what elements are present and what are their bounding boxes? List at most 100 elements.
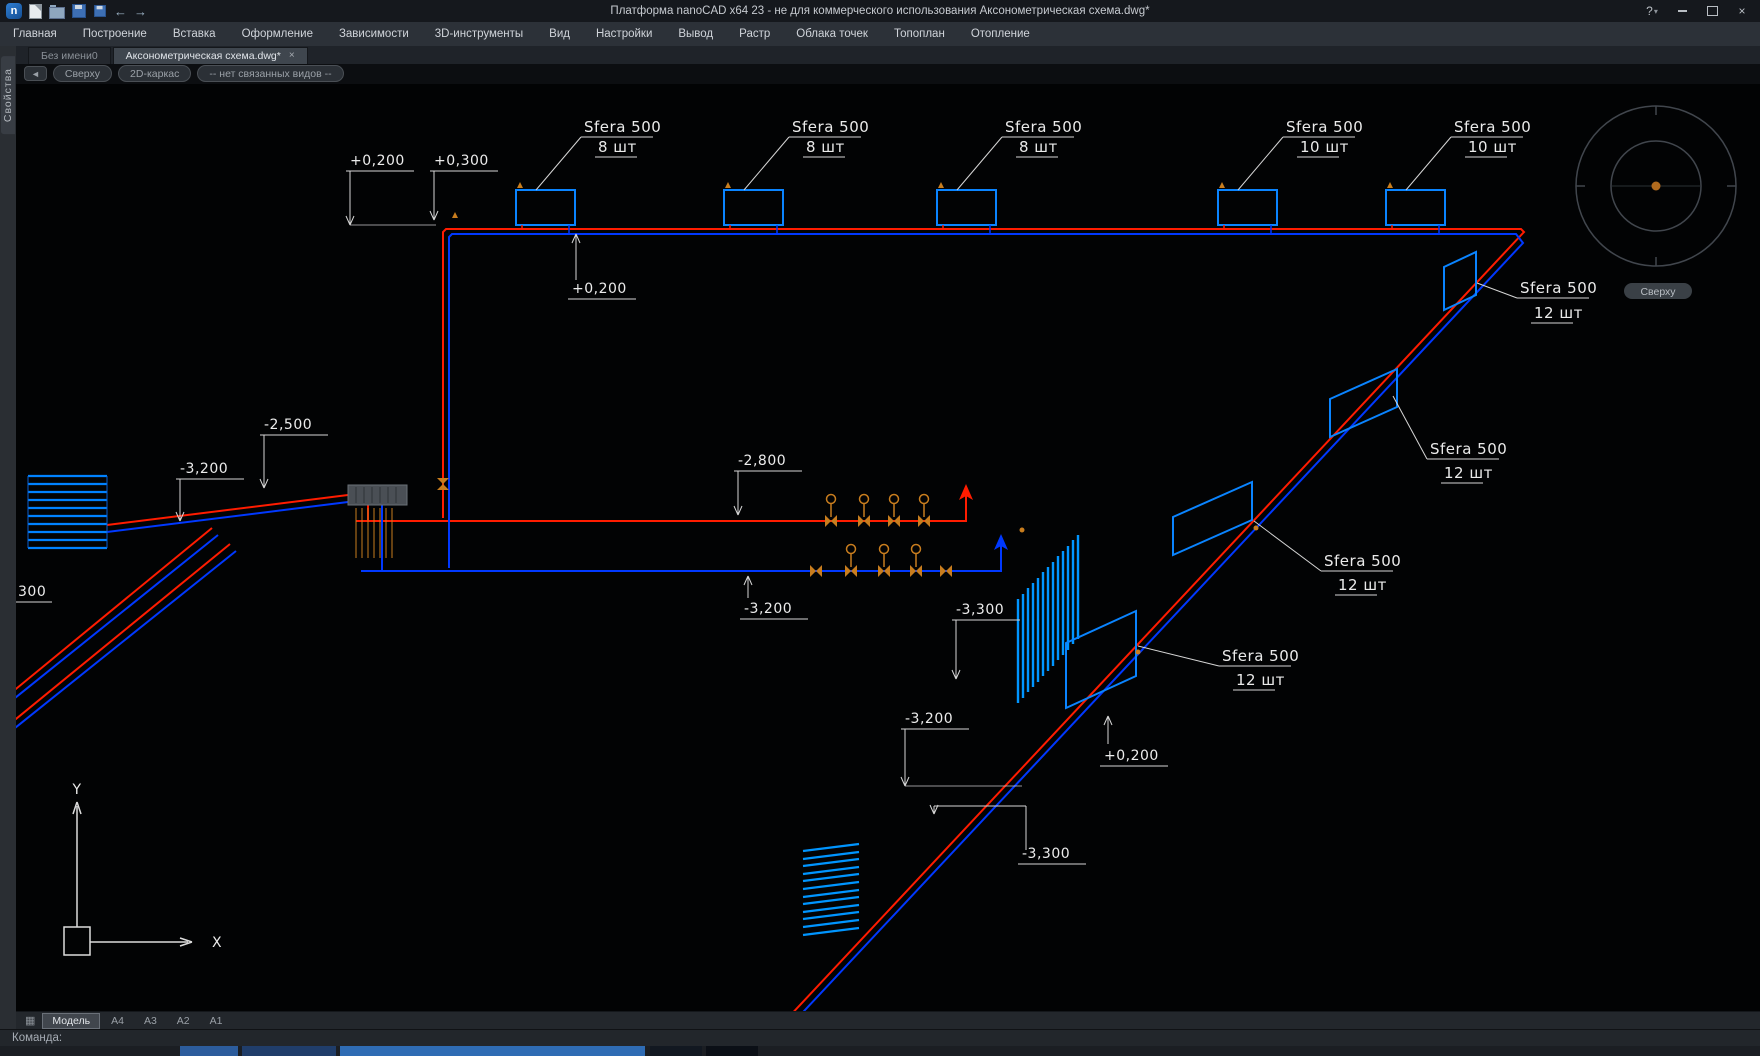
visual-style-control[interactable]: 2D-каркас <box>118 65 191 82</box>
save-all-icon[interactable] <box>94 5 106 17</box>
label-name[interactable]: Sfera 500 <box>584 118 661 136</box>
menu-3d-instrumenty[interactable]: 3D-инструменты <box>422 28 536 40</box>
elevation-mark[interactable]: -2,800 <box>734 453 802 515</box>
label-qty[interactable]: 10 шт <box>1300 138 1349 156</box>
elevation-text[interactable]: +0,200 <box>350 153 405 169</box>
elevation-text[interactable]: +0,200 <box>572 281 627 297</box>
open-document-icon[interactable] <box>49 7 65 19</box>
linked-views-control[interactable]: -- нет связанных видов -- <box>197 65 343 82</box>
menu-nastroyki[interactable]: Настройки <box>583 28 665 40</box>
label-name[interactable]: Sfera 500 <box>1324 552 1401 570</box>
elevation-mark[interactable]: -2,500 <box>260 417 328 488</box>
doc-tab-unnamed[interactable]: Без имени0 <box>28 47 111 64</box>
layout-list-icon[interactable]: ▦ <box>20 1014 40 1027</box>
menu-vyvod[interactable]: Вывод <box>665 28 726 40</box>
label-name[interactable]: Sfera 500 <box>1286 118 1363 136</box>
label-qty[interactable]: 12 шт <box>1236 671 1285 689</box>
return-pipes[interactable] <box>16 234 1523 1011</box>
label-qty[interactable]: 12 шт <box>1534 304 1583 322</box>
elevation-text[interactable]: -3,200 <box>744 601 792 617</box>
label-qty[interactable]: 8 шт <box>806 138 845 156</box>
app-logo-icon[interactable]: n <box>6 3 22 19</box>
menu-zavisimosti[interactable]: Зависимости <box>326 28 422 40</box>
dimension-300[interactable]: 300 <box>16 584 52 602</box>
radiator[interactable] <box>1386 190 1445 225</box>
label-qty[interactable]: 12 шт <box>1338 576 1387 594</box>
save-icon[interactable] <box>72 4 86 18</box>
radiator-stack-left[interactable] <box>28 476 107 548</box>
elevation-mark[interactable]: +0,200 <box>568 234 636 299</box>
elevation-text[interactable]: +0,300 <box>434 153 489 169</box>
elevation-text[interactable]: -3,200 <box>905 711 953 727</box>
drawing-canvas[interactable]: Сверху <box>16 84 1760 1011</box>
view-direction-control[interactable]: Сверху <box>53 65 112 82</box>
elevation-mark[interactable]: +0,200 <box>346 153 436 225</box>
menu-vstavka[interactable]: Вставка <box>160 28 229 40</box>
minimize-button[interactable] <box>1668 1 1696 21</box>
radiator[interactable] <box>516 190 575 225</box>
label-qty[interactable]: 10 шт <box>1468 138 1517 156</box>
label-qty[interactable]: 12 шт <box>1444 464 1493 482</box>
elevation-mark[interactable]: -3,300 <box>952 602 1020 679</box>
help-button[interactable]: ?▾ <box>1638 1 1666 21</box>
menu-otoplenie[interactable]: Отопление <box>958 28 1043 40</box>
label-qty[interactable]: 8 шт <box>598 138 637 156</box>
radiator-label[interactable]: Sfera 500 8 шт <box>957 118 1082 190</box>
menu-oformlenie[interactable]: Оформление <box>229 28 326 40</box>
doc-tab-axonometric[interactable]: Аксонометрическая схема.dwg* × <box>113 47 308 64</box>
menu-rastr[interactable]: Растр <box>726 28 783 40</box>
tab-a1[interactable]: A1 <box>201 1014 232 1028</box>
radiator[interactable] <box>724 190 783 225</box>
radiator-label[interactable]: Sfera 500 12 шт <box>1138 646 1299 690</box>
close-tab-icon[interactable]: × <box>289 50 295 61</box>
label-name[interactable]: Sfera 500 <box>1454 118 1531 136</box>
label-name[interactable]: Sfera 500 <box>1005 118 1082 136</box>
label-name[interactable]: Sfera 500 <box>1520 279 1597 297</box>
radiator-label[interactable]: Sfera 500 12 шт <box>1477 279 1597 323</box>
maximize-button[interactable] <box>1698 1 1726 21</box>
tab-a2[interactable]: A2 <box>168 1014 199 1028</box>
radiator-label[interactable]: Sfera 500 12 шт <box>1254 521 1401 595</box>
radiator-bank-bottom[interactable] <box>803 844 859 935</box>
radiator-label[interactable]: Sfera 500 10 шт <box>1238 118 1363 190</box>
elevation-mark[interactable]: +0,200 <box>1100 716 1168 766</box>
elevation-text[interactable]: -2,800 <box>738 453 786 469</box>
tab-model[interactable]: Модель <box>42 1013 100 1029</box>
supply-pipes[interactable] <box>16 229 1524 1011</box>
radiators-diagonal[interactable] <box>1066 252 1476 708</box>
radiator[interactable] <box>937 190 996 225</box>
label-name[interactable]: Sfera 500 <box>792 118 869 136</box>
redo-icon[interactable]: → <box>134 5 147 18</box>
radiator[interactable] <box>1218 190 1277 225</box>
elevation-text[interactable]: -3,300 <box>1022 846 1070 862</box>
undo-icon[interactable]: ← <box>114 5 127 18</box>
elevation-mark[interactable]: -3,200 <box>740 576 808 619</box>
elevation-mark[interactable]: +0,300 <box>430 153 498 220</box>
back-view-icon[interactable]: ◄ <box>24 66 47 81</box>
radiator-label[interactable]: Sfera 500 12 шт <box>1393 396 1507 483</box>
elevation-text[interactable]: +0,200 <box>1104 748 1159 764</box>
navigation-compass[interactable]: Сверху <box>1576 106 1736 299</box>
radiator-bank-center[interactable] <box>1018 535 1078 703</box>
elevation-mark[interactable]: -3,300 <box>930 805 1086 864</box>
tab-a4[interactable]: A4 <box>102 1014 133 1028</box>
label-name[interactable]: Sfera 500 <box>1222 647 1299 665</box>
dimension-text[interactable]: 300 <box>18 584 46 600</box>
radiator-label[interactable]: Sfera 500 8 шт <box>536 118 661 190</box>
menu-topoplan[interactable]: Топоплан <box>881 28 958 40</box>
radiator-label[interactable]: Sfera 500 10 шт <box>1406 118 1531 190</box>
radiators-top-row[interactable] <box>516 190 1445 225</box>
elevation-text[interactable]: -3,300 <box>956 602 1004 618</box>
label-qty[interactable]: 8 шт <box>1019 138 1058 156</box>
properties-panel-tab[interactable]: Свойства <box>1 56 15 134</box>
menu-glavnaya[interactable]: Главная <box>0 28 70 40</box>
elevation-mark[interactable]: -3,200 <box>901 711 1022 786</box>
elevation-text[interactable]: -3,200 <box>180 461 228 477</box>
new-document-icon[interactable] <box>29 4 42 19</box>
radiator-label[interactable]: Sfera 500 8 шт <box>744 118 869 190</box>
elevation-text[interactable]: -2,500 <box>264 417 312 433</box>
label-name[interactable]: Sfera 500 <box>1430 440 1507 458</box>
menu-postroenie[interactable]: Построение <box>70 28 160 40</box>
menu-oblaka-tochek[interactable]: Облака точек <box>783 28 881 40</box>
model-space-canvas[interactable]: Сверху <box>16 84 1760 1011</box>
